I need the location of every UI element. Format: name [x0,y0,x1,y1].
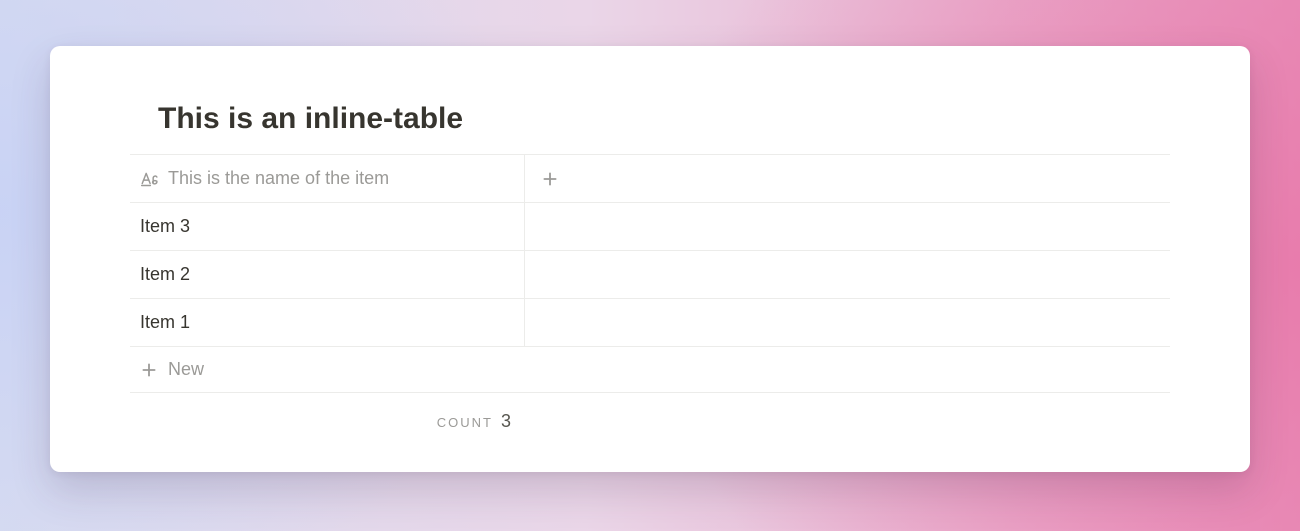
count-value: 3 [501,411,511,432]
cell-empty[interactable] [525,251,1170,298]
cell-empty[interactable] [525,203,1170,250]
cell-empty[interactable] [525,299,1170,346]
table-header-row: This is the name of the item [130,154,1170,202]
plus-icon [541,170,559,188]
table-row[interactable]: Item 3 [130,202,1170,250]
add-row-label: New [168,359,204,380]
column-header-name[interactable]: This is the name of the item [130,155,525,202]
cell-name[interactable]: Item 1 [130,299,525,346]
count-aggregate[interactable]: Count 3 [130,411,525,432]
cell-name[interactable]: Item 3 [130,203,525,250]
inline-table-card: This is an inline-table This is the name… [50,46,1250,472]
table-title[interactable]: This is an inline-table [130,102,1170,136]
cell-name[interactable]: Item 2 [130,251,525,298]
title-property-icon [140,170,158,188]
table-footer: Count 3 [130,393,1170,432]
table-row[interactable]: Item 1 [130,298,1170,346]
inline-table: This is the name of the item Item 3 Item… [130,154,1170,393]
column-header-name-label: This is the name of the item [168,168,389,189]
count-label: Count [437,415,493,430]
plus-icon [140,361,158,379]
add-column-button[interactable] [525,155,1170,202]
add-row-button[interactable]: New [130,346,1170,393]
table-row[interactable]: Item 2 [130,250,1170,298]
